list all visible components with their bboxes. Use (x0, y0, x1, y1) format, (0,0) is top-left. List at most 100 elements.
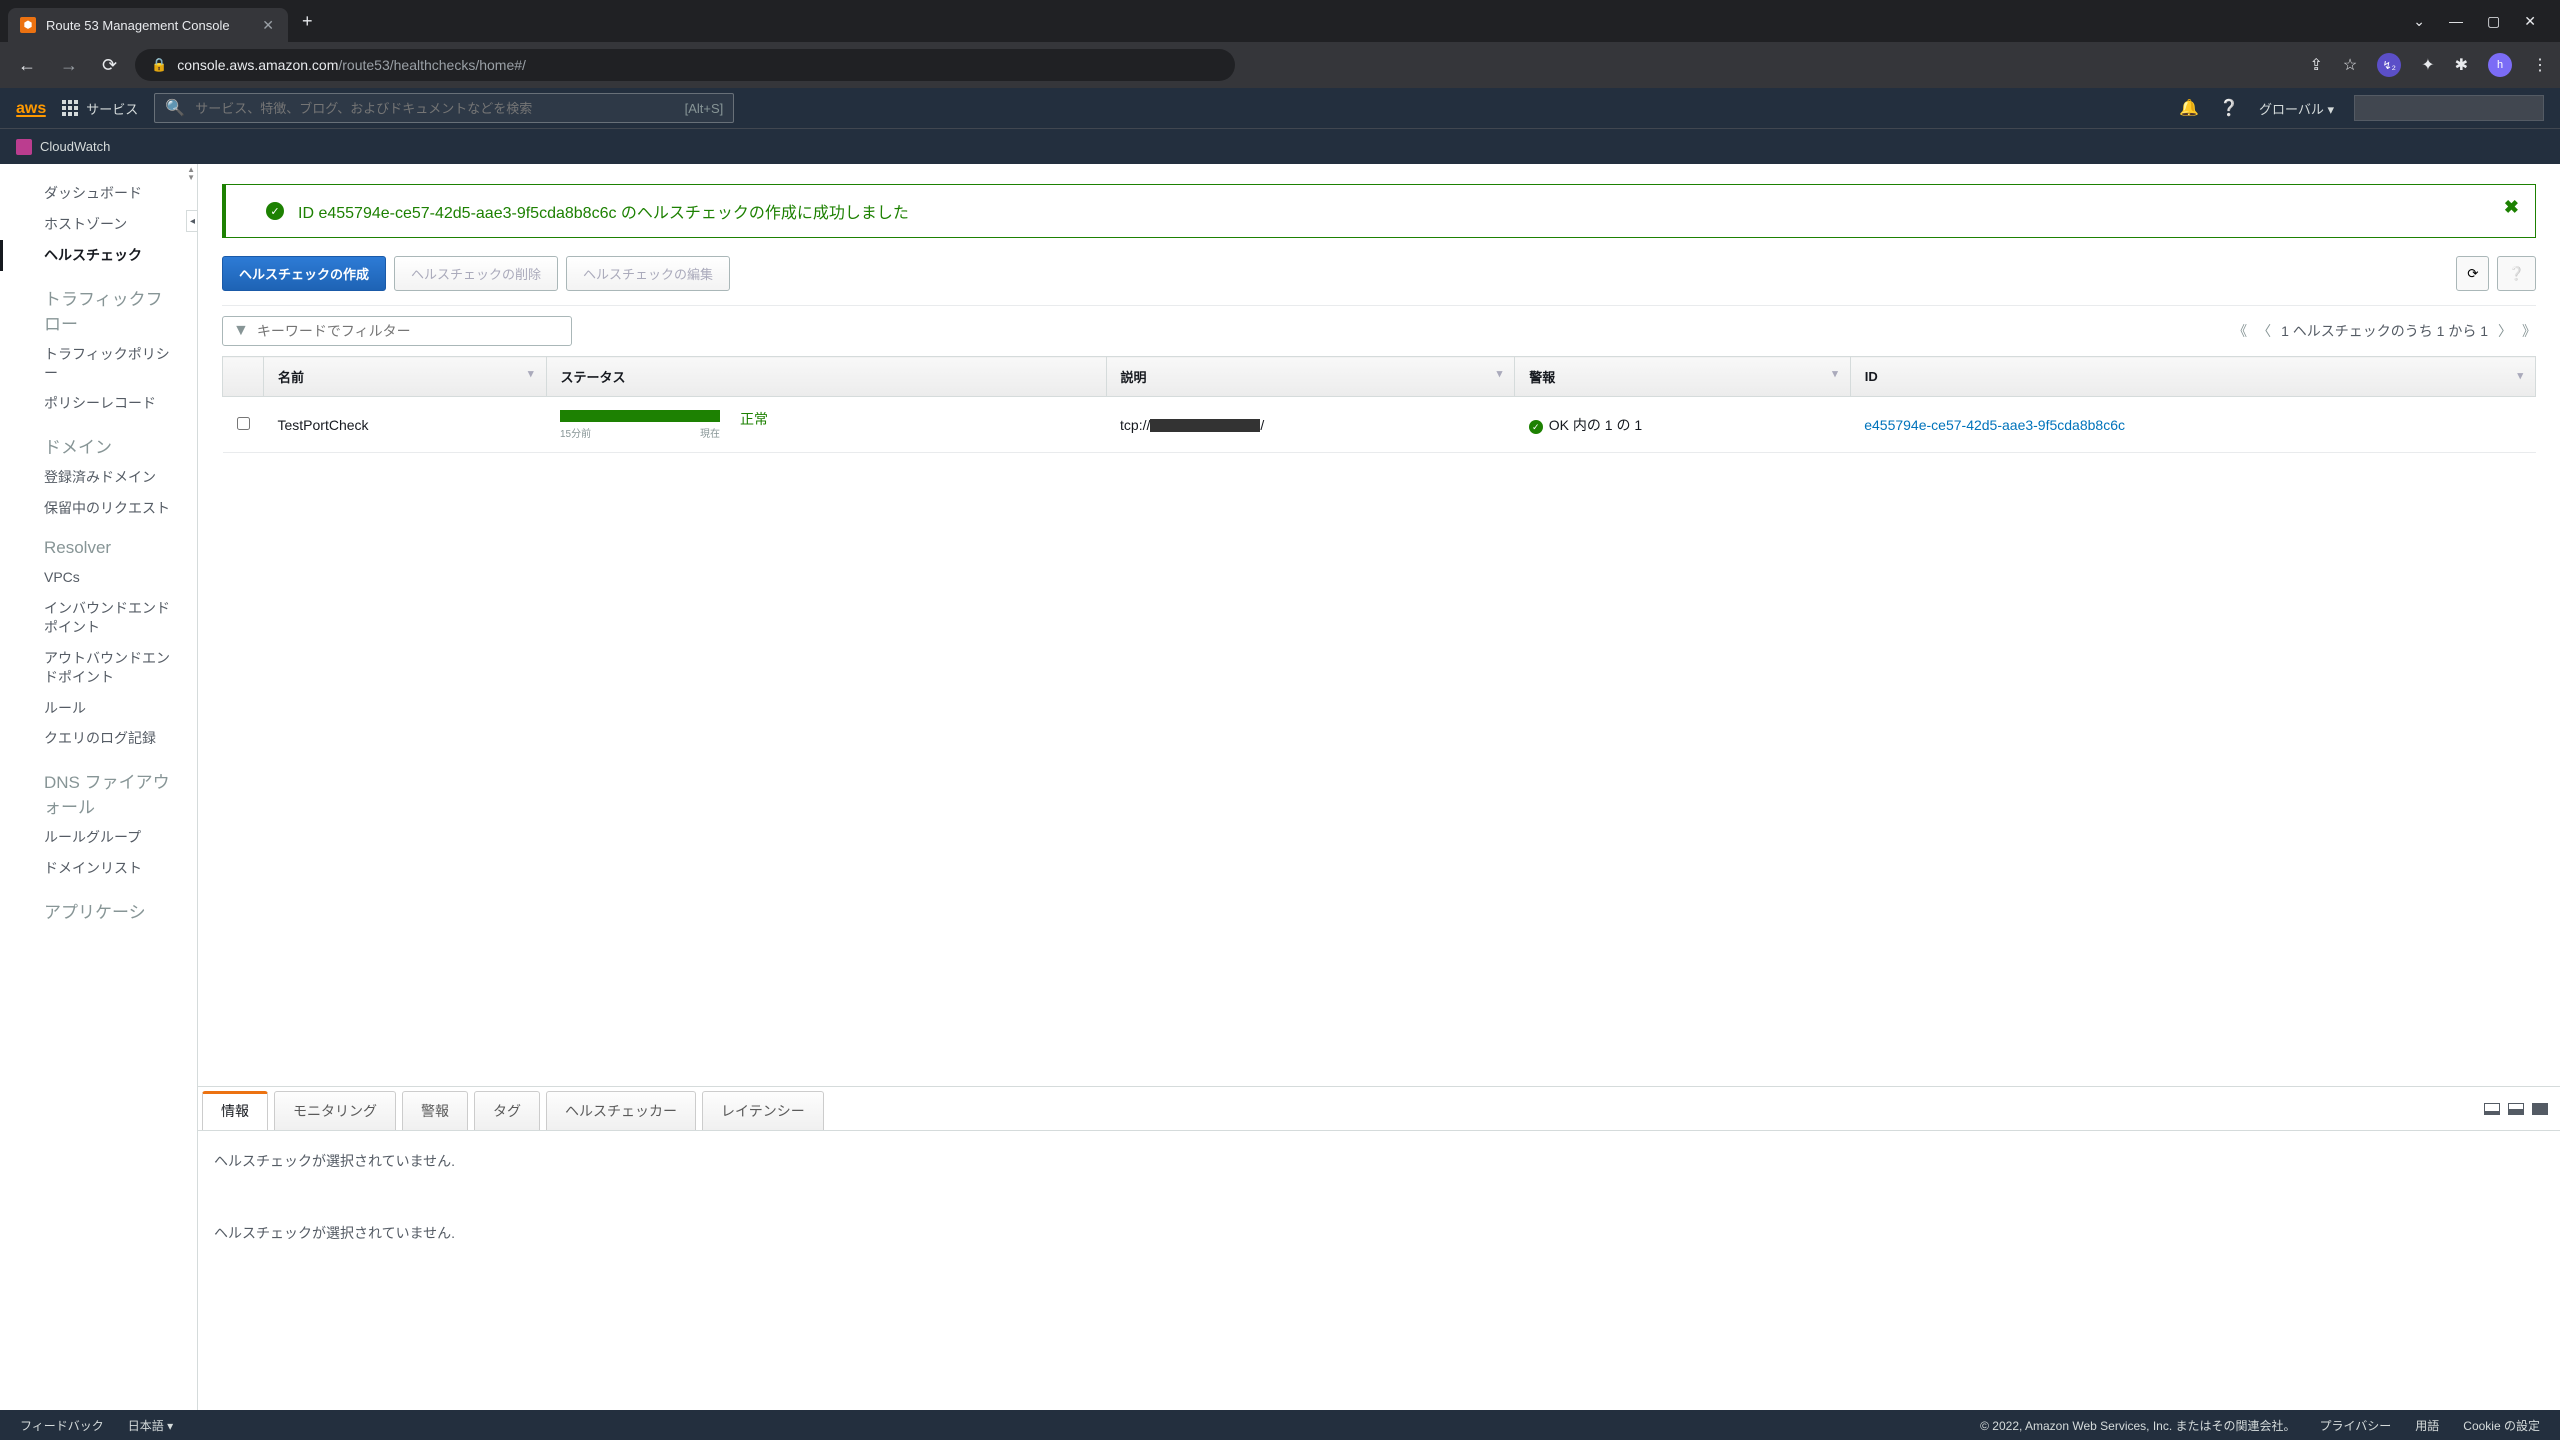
footer: フィードバック 日本語 ▾ © 2022, Amazon Web Service… (0, 1410, 2560, 1440)
account-menu[interactable] (2354, 95, 2544, 121)
content-area: ✓ ID e455794e-ce57-42d5-aae3-9f5cda8b8c6… (198, 164, 2560, 1410)
tab-close-icon[interactable]: ✕ (260, 15, 276, 36)
collapse-sidebar-icon[interactable]: ◂ (186, 210, 198, 232)
footer-feedback[interactable]: フィードバック (20, 1417, 104, 1434)
browser-tab[interactable]: ⬢ Route 53 Management Console ✕ (8, 8, 288, 42)
help-button[interactable]: ❔ (2497, 256, 2536, 291)
sidebar-item-dashboard[interactable]: ダッシュボード (0, 178, 197, 209)
sidebar-item-registered[interactable]: 登録済みドメイン (0, 462, 197, 493)
col-status[interactable]: ステータス (546, 357, 1106, 397)
cell-status: 15分前現在 正常 (546, 397, 1106, 453)
url-domain: console.aws.amazon.com (177, 57, 338, 73)
forward-icon[interactable]: → (54, 49, 84, 82)
cloudwatch-label: CloudWatch (40, 139, 110, 154)
sidebar-item-domainlist[interactable]: ドメインリスト (0, 853, 197, 884)
sidebar-item-outbound[interactable]: アウトバウンドエンドポイント (0, 643, 197, 693)
panel-size-full-icon[interactable] (2532, 1103, 2548, 1115)
star-icon[interactable]: ☆ (2343, 55, 2357, 75)
footer-copyright: © 2022, Amazon Web Services, Inc. またはその関… (1980, 1417, 2295, 1434)
sort-icon: ▾ (2517, 369, 2523, 382)
search-box[interactable]: 🔍 [Alt+S] (154, 93, 734, 123)
help-icon[interactable]: ❔ (2219, 98, 2239, 118)
create-healthcheck-button[interactable]: ヘルスチェックの作成 (222, 256, 386, 291)
sidebar-item-hostedzones[interactable]: ホストゾーン (0, 209, 197, 240)
delete-healthcheck-button[interactable]: ヘルスチェックの削除 (394, 256, 558, 291)
maximize-icon[interactable]: ▢ (2487, 13, 2500, 30)
aws-logo[interactable]: aws (16, 100, 46, 117)
col-id[interactable]: ID▾ (1850, 357, 2535, 397)
tab-healthcheckers[interactable]: ヘルスチェッカー (546, 1091, 696, 1130)
sort-icon: ▾ (1497, 367, 1503, 380)
sidebar-item-pending[interactable]: 保留中のリクエスト (0, 493, 197, 524)
sort-icon: ▾ (1832, 367, 1838, 380)
reload-icon[interactable]: ⟳ (96, 49, 123, 82)
col-name[interactable]: 名前▾ (264, 357, 547, 397)
region-selector[interactable]: グローバル ▾ (2259, 99, 2334, 118)
search-input[interactable] (195, 101, 674, 116)
tab-title: Route 53 Management Console (46, 18, 250, 33)
cell-description: tcp:/// (1106, 397, 1515, 453)
sidebar-item-querylog[interactable]: クエリのログ記録 (0, 723, 197, 754)
panel-size-small-icon[interactable] (2484, 1103, 2500, 1115)
row-checkbox[interactable] (237, 417, 250, 430)
profile-avatar-icon[interactable]: h (2488, 53, 2512, 77)
sidebar-section-trafficflow: トラフィックフロー (0, 271, 197, 339)
back-icon[interactable]: ← (12, 49, 42, 82)
page-prev-icon[interactable]: 〈 (2257, 321, 2271, 341)
menu-icon[interactable]: ⋮ (2532, 55, 2548, 75)
footer-language[interactable]: 日本語 ▾ (128, 1417, 173, 1434)
footer-privacy[interactable]: プライバシー (2320, 1417, 2392, 1434)
cell-name: TestPortCheck (264, 397, 547, 453)
page-last-icon[interactable]: 》 (2522, 321, 2536, 341)
sidebar-section-firewall: DNS ファイアウォール (0, 754, 197, 822)
table-row[interactable]: TestPortCheck 15分前現在 正常 tcp:/// (223, 397, 2536, 453)
tab-alarms[interactable]: 警報 (402, 1091, 468, 1130)
sidebar-item-trafficpolicy[interactable]: トラフィックポリシー (0, 339, 197, 389)
footer-terms[interactable]: 用語 (2415, 1417, 2439, 1434)
page-first-icon[interactable]: 《 (2233, 321, 2247, 341)
sidebar-section-app: アプリケーシ (0, 884, 197, 927)
page-next-icon[interactable]: 〉 (2498, 321, 2512, 341)
services-menu[interactable]: サービス (62, 99, 138, 118)
refresh-button[interactable]: ⟳ (2456, 256, 2489, 291)
col-checkbox (223, 357, 264, 397)
sidebar-item-vpcs[interactable]: VPCs (0, 562, 197, 593)
col-description[interactable]: 説明▾ (1106, 357, 1515, 397)
lock-icon: 🔒 (151, 57, 167, 73)
tab-latency[interactable]: レイテンシー (702, 1091, 824, 1130)
sidebar-section-domain: ドメイン (0, 419, 197, 462)
tab-monitoring[interactable]: モニタリング (274, 1091, 396, 1130)
ok-icon: ✓ (1529, 420, 1543, 434)
sidebar-item-rules[interactable]: ルール (0, 693, 197, 724)
id-link[interactable]: e455794e-ce57-42d5-aae3-9f5cda8b8c6c (1864, 417, 2125, 433)
alert-close-icon[interactable]: ✖ (2504, 197, 2519, 218)
sort-icon: ▾ (528, 367, 534, 380)
tab-tags[interactable]: タグ (474, 1091, 540, 1130)
new-tab-button[interactable]: + (292, 5, 323, 38)
chevron-down-icon[interactable]: ⌄ (2413, 13, 2425, 30)
cell-id: e455794e-ce57-42d5-aae3-9f5cda8b8c6c (1850, 397, 2535, 453)
cloudwatch-link[interactable]: CloudWatch (16, 139, 110, 155)
address-bar[interactable]: 🔒 console.aws.amazon.com/route53/healthc… (135, 49, 1235, 81)
filter-input[interactable] (257, 323, 561, 339)
bell-icon[interactable]: 🔔 (2179, 98, 2199, 118)
extension-icon[interactable]: ↯₂ (2377, 53, 2401, 77)
search-icon: 🔍 (165, 98, 185, 118)
footer-cookies[interactable]: Cookie の設定 (2463, 1417, 2540, 1434)
check-icon: ✓ (266, 202, 284, 220)
extension2-icon[interactable]: ✦ (2421, 55, 2434, 75)
extensions-icon[interactable]: ✱ (2455, 55, 2468, 75)
sidebar-item-policyrecord[interactable]: ポリシーレコード (0, 388, 197, 419)
tab-info[interactable]: 情報 (202, 1091, 268, 1130)
edit-healthcheck-button[interactable]: ヘルスチェックの編集 (566, 256, 730, 291)
filter-box[interactable]: ▼ (222, 316, 572, 346)
sidebar-item-inbound[interactable]: インバウンドエンドポイント (0, 593, 197, 643)
close-window-icon[interactable]: ✕ (2524, 13, 2536, 30)
panel-size-half-icon[interactable] (2508, 1103, 2524, 1115)
col-alarm[interactable]: 警報▾ (1515, 357, 1850, 397)
share-icon[interactable]: ⇪ (2309, 55, 2322, 75)
minimize-icon[interactable]: — (2449, 13, 2463, 30)
sidebar-item-healthchecks[interactable]: ヘルスチェック (0, 240, 197, 271)
panel-empty-2: ヘルスチェックが選択されていません. (214, 1223, 2544, 1243)
sidebar-item-rulegroup[interactable]: ルールグループ (0, 822, 197, 853)
